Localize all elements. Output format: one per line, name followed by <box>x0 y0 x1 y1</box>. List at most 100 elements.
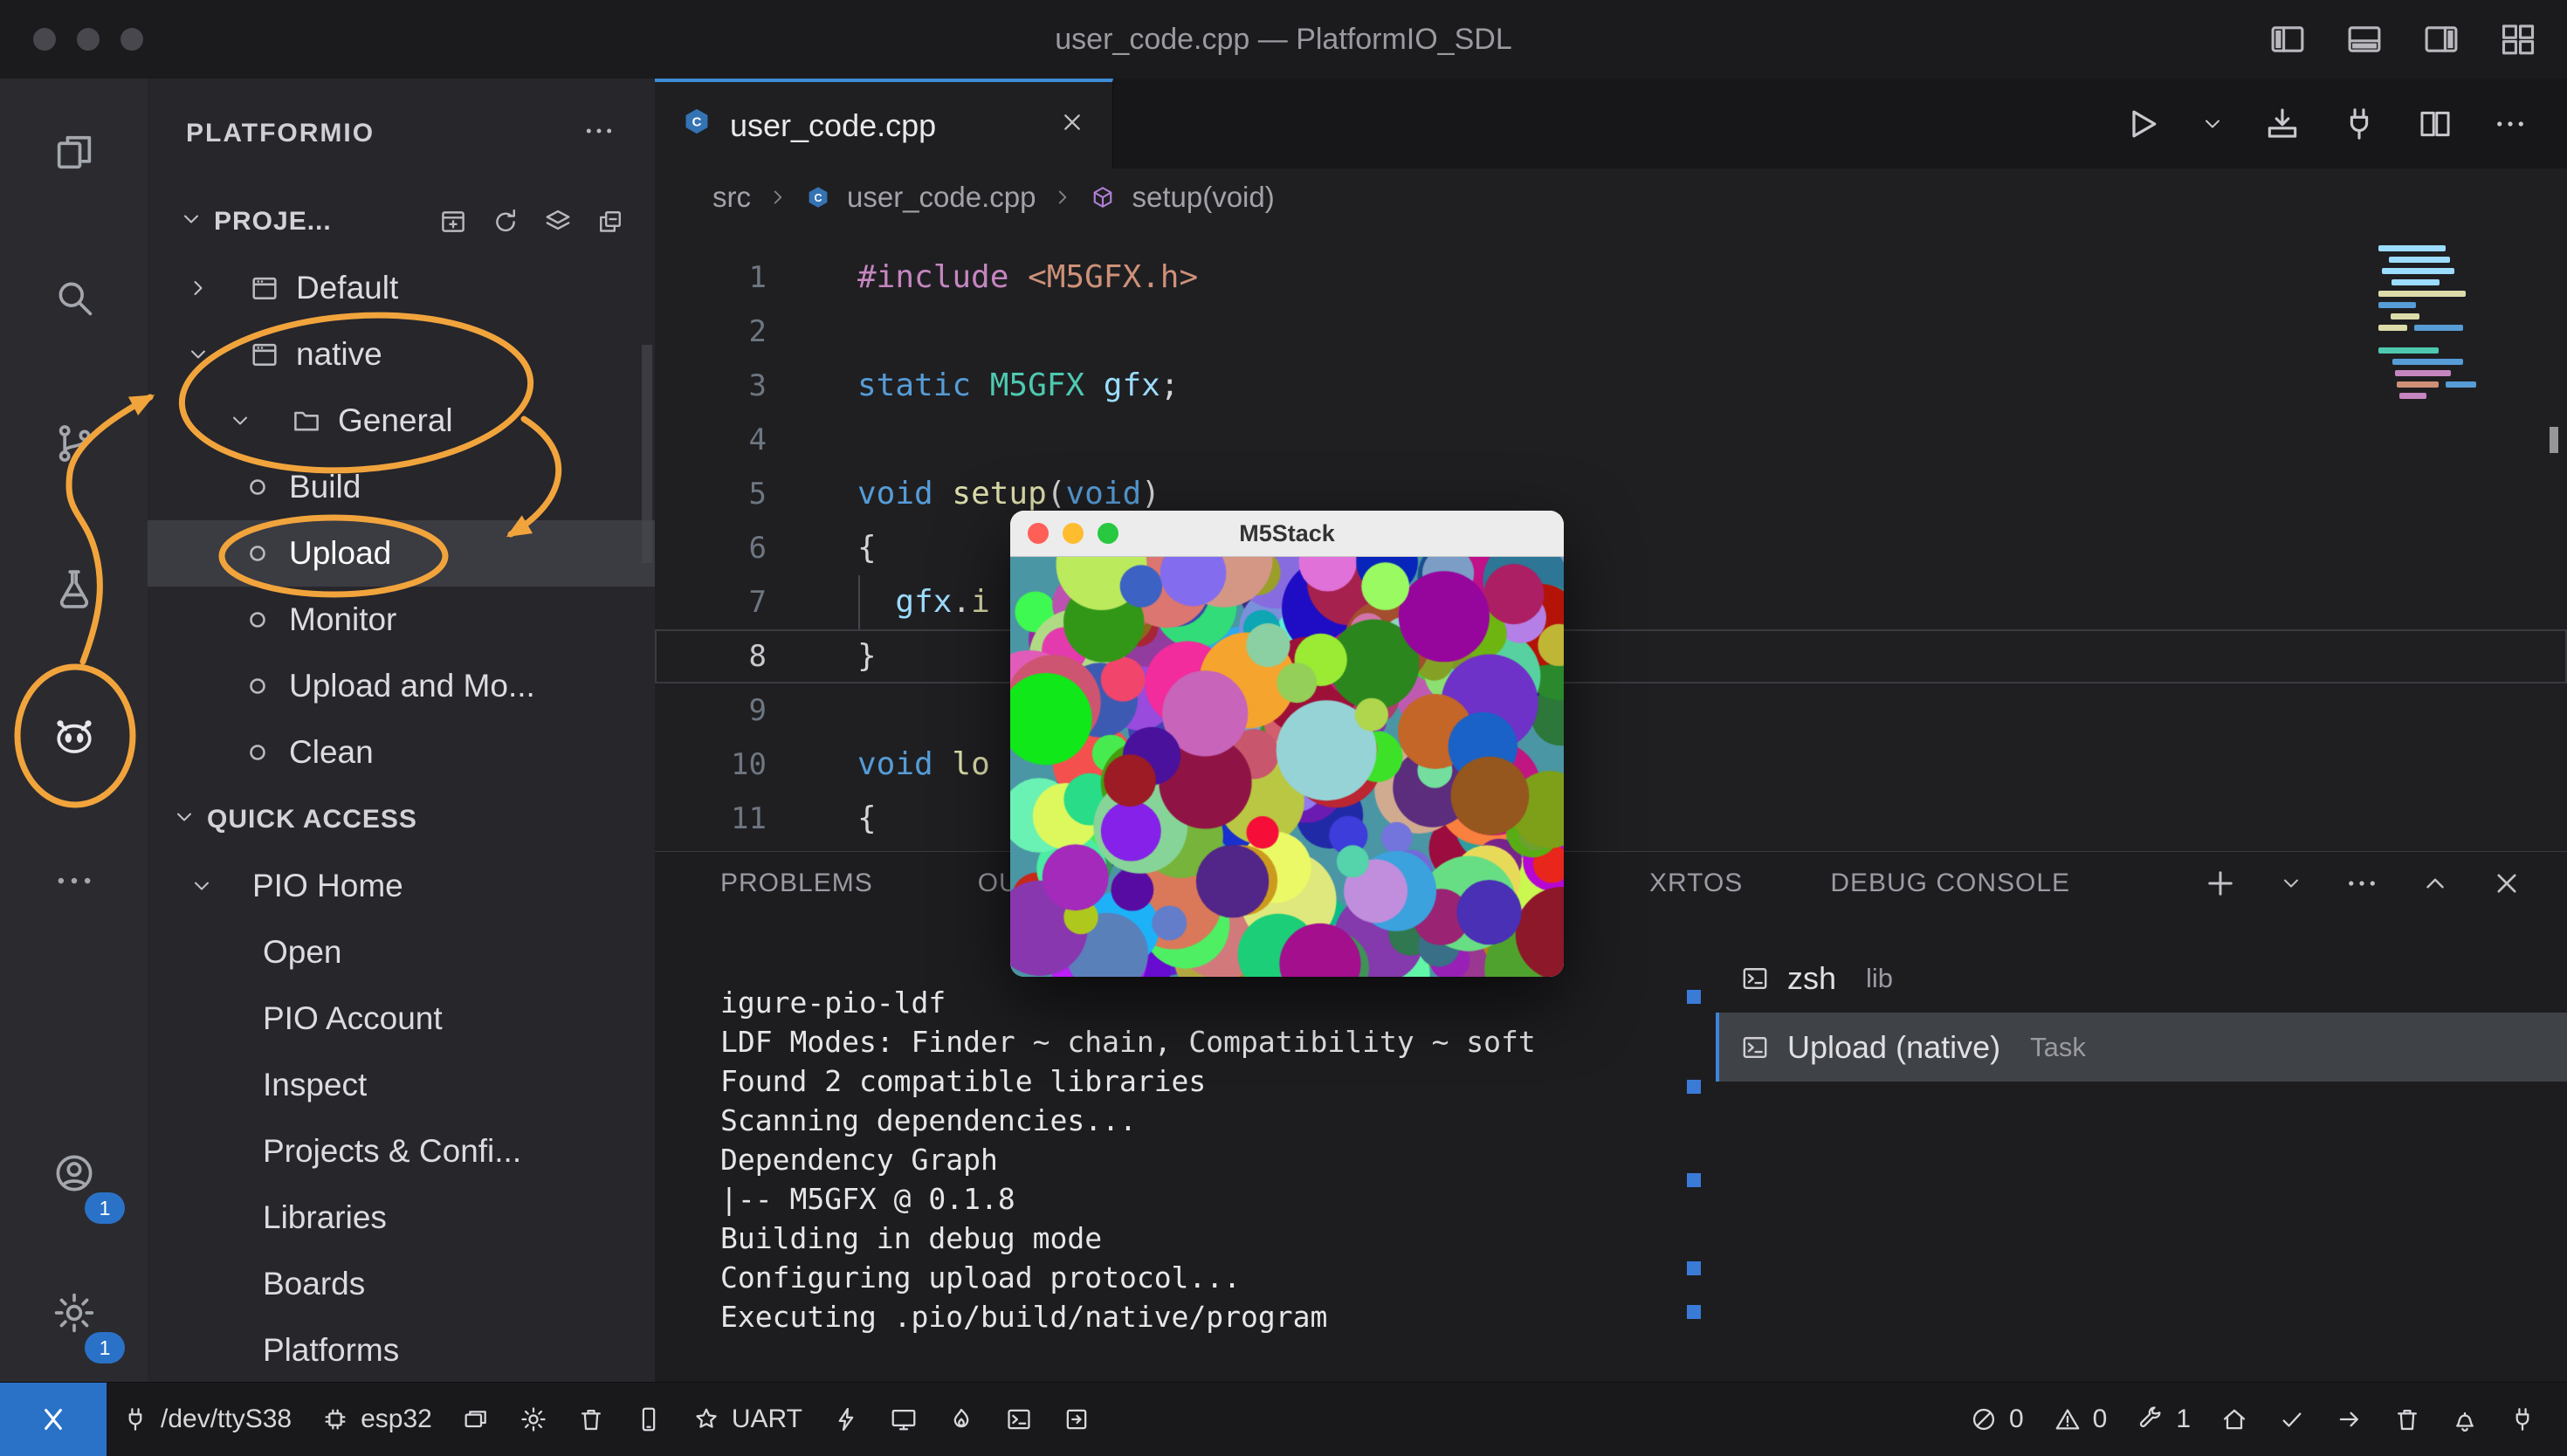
tree-item-native[interactable]: native <box>148 321 655 388</box>
activity-item-source-control[interactable] <box>0 370 148 516</box>
status-item-device[interactable] <box>620 1383 678 1456</box>
layout-grid-icon[interactable] <box>2499 20 2537 58</box>
command-decoration[interactable] <box>1687 1080 1701 1094</box>
status-item-check[interactable] <box>2263 1383 2321 1456</box>
code-editor[interactable]: 1#include <M5GFX.h>23static M5GFX gfx;45… <box>655 226 2567 851</box>
download-icon[interactable] <box>2263 105 2302 143</box>
panel-tab-xrtos[interactable]: XRTOS <box>1649 869 1743 898</box>
breadcrumb-user-code-cpp[interactable]: user_code.cpp <box>847 181 1036 214</box>
code-line-10[interactable]: 10void lo <box>655 738 2567 792</box>
quick-access-item-inspect[interactable]: Inspect <box>148 1052 655 1118</box>
layout-right-icon[interactable] <box>2422 20 2460 58</box>
activity-item-testing[interactable] <box>0 516 148 662</box>
status-item-warning-0[interactable]: 0 <box>2039 1383 2123 1456</box>
more-icon[interactable] <box>582 113 616 148</box>
layers-icon[interactable] <box>543 207 573 237</box>
status-item-export[interactable] <box>1048 1383 1105 1456</box>
chevron-down-icon[interactable] <box>2279 871 2303 896</box>
status-item-error-0[interactable]: 0 <box>1955 1383 2039 1456</box>
command-decoration[interactable] <box>1687 1261 1701 1275</box>
m5stack-close-button[interactable] <box>1028 523 1049 544</box>
status-item-chip-esp32[interactable]: esp32 <box>306 1383 447 1456</box>
status-item-tools-1[interactable]: 1 <box>2122 1383 2206 1456</box>
activity-item-search[interactable] <box>0 224 148 370</box>
plug-icon[interactable] <box>2340 105 2378 143</box>
tree-item-general[interactable]: General <box>148 388 655 454</box>
status-item-bolt[interactable] <box>817 1383 875 1456</box>
chevron-up-icon[interactable] <box>2420 869 2450 898</box>
status-item-settings[interactable] <box>505 1383 562 1456</box>
more-icon[interactable] <box>2492 106 2529 142</box>
tree-item-upload[interactable]: Upload <box>148 520 655 587</box>
code-line-5[interactable]: 5void setup(void) <box>655 467 2567 521</box>
activity-item-more[interactable] <box>0 807 148 953</box>
plus-icon[interactable] <box>2202 865 2239 902</box>
status-item-display[interactable] <box>875 1383 933 1456</box>
status-item-star-uart[interactable]: UART <box>678 1383 817 1456</box>
split-icon[interactable] <box>2417 106 2453 142</box>
status-item-flame[interactable] <box>933 1383 990 1456</box>
command-decoration[interactable] <box>1687 1305 1701 1319</box>
status-item-plug[interactable] <box>2494 1383 2551 1456</box>
activity-item-platformio[interactable] <box>0 662 148 807</box>
quick-access-item-projects-confi[interactable]: Projects & Confi... <box>148 1118 655 1185</box>
more-icon[interactable] <box>2343 865 2380 902</box>
quick-access-item-pio-account[interactable]: PIO Account <box>148 986 655 1052</box>
tree-item-default[interactable]: Default <box>148 255 655 321</box>
refresh-icon[interactable] <box>491 207 520 237</box>
section-project-tasks[interactable]: PROJE... <box>148 188 655 255</box>
code-line-11[interactable]: 11{ <box>655 792 2567 846</box>
terminal-entry-upload-native[interactable]: Upload (native)Task <box>1716 1013 2567 1082</box>
minimap[interactable] <box>2378 245 2529 404</box>
m5stack-window[interactable]: M5Stack <box>1010 511 1564 977</box>
tab-user-code-cpp[interactable]: C user_code.cpp <box>655 79 1113 168</box>
panel-tab-debug-console[interactable]: DEBUG CONSOLE <box>1830 869 2070 898</box>
m5stack-zoom-button[interactable] <box>1098 523 1118 544</box>
panel-tab-problems[interactable]: PROBLEMS <box>720 869 873 898</box>
sidebar-scrollbar[interactable] <box>642 345 652 563</box>
m5stack-minimize-button[interactable] <box>1063 523 1084 544</box>
status-item-trash[interactable] <box>2378 1383 2436 1456</box>
close-icon[interactable] <box>2490 867 2523 900</box>
tree-item-upload-and-mo[interactable]: Upload and Mo... <box>148 653 655 719</box>
terminal-entry-zsh[interactable]: zshlib <box>1716 944 2567 1013</box>
tree-item-build[interactable]: Build <box>148 454 655 520</box>
code-line-8[interactable]: 8} <box>655 629 2567 683</box>
play-icon[interactable] <box>2122 104 2162 144</box>
section-quick-access[interactable]: QUICK ACCESS <box>148 786 655 853</box>
status-item-trash[interactable] <box>562 1383 620 1456</box>
status-item-home[interactable] <box>2206 1383 2263 1456</box>
chevron-down-icon[interactable] <box>2200 112 2225 136</box>
code-line-3[interactable]: 3static M5GFX gfx; <box>655 359 2567 413</box>
quick-access-item-boards[interactable]: Boards <box>148 1251 655 1317</box>
command-decoration[interactable] <box>1687 1173 1701 1187</box>
code-line-1[interactable]: 1#include <M5GFX.h> <box>655 251 2567 305</box>
status-item-folders[interactable] <box>447 1383 505 1456</box>
layout-bottom-icon[interactable] <box>2345 20 2384 58</box>
chevron-down-icon[interactable] <box>172 805 196 829</box>
code-line-4[interactable]: 4 <box>655 413 2567 467</box>
layout-left-icon[interactable] <box>2268 20 2307 58</box>
activity-item-accounts[interactable]: 1 <box>0 1103 148 1243</box>
chevron-down-icon[interactable] <box>179 207 203 231</box>
new-project-icon[interactable] <box>438 207 468 237</box>
status-item-arrow-right[interactable] <box>2321 1383 2378 1456</box>
code-line-9[interactable]: 9 <box>655 683 2567 738</box>
status-item-plug-dev-ttys38[interactable]: /dev/ttyS38 <box>107 1383 306 1456</box>
command-decoration[interactable] <box>1687 990 1701 1004</box>
close-icon[interactable] <box>1058 108 1086 136</box>
quick-access-item-platforms[interactable]: Platforms <box>148 1317 655 1383</box>
status-item-bell[interactable] <box>2436 1383 2494 1456</box>
code-line-6[interactable]: 6{ <box>655 521 2567 575</box>
quick-access-item-pio-home[interactable]: PIO Home <box>148 853 655 919</box>
code-line-7[interactable]: 7 gfx.i <box>655 575 2567 629</box>
breadcrumb-src[interactable]: src <box>712 181 751 214</box>
code-line-2[interactable]: 2 <box>655 305 2567 359</box>
activity-item-explorer[interactable] <box>0 79 148 224</box>
quick-access-item-libraries[interactable]: Libraries <box>148 1185 655 1251</box>
tree-item-clean[interactable]: Clean <box>148 719 655 786</box>
m5stack-title-bar[interactable]: M5Stack <box>1010 511 1564 557</box>
collapse-all-icon[interactable] <box>595 207 625 237</box>
status-item-terminal[interactable] <box>990 1383 1048 1456</box>
tree-item-monitor[interactable]: Monitor <box>148 587 655 653</box>
